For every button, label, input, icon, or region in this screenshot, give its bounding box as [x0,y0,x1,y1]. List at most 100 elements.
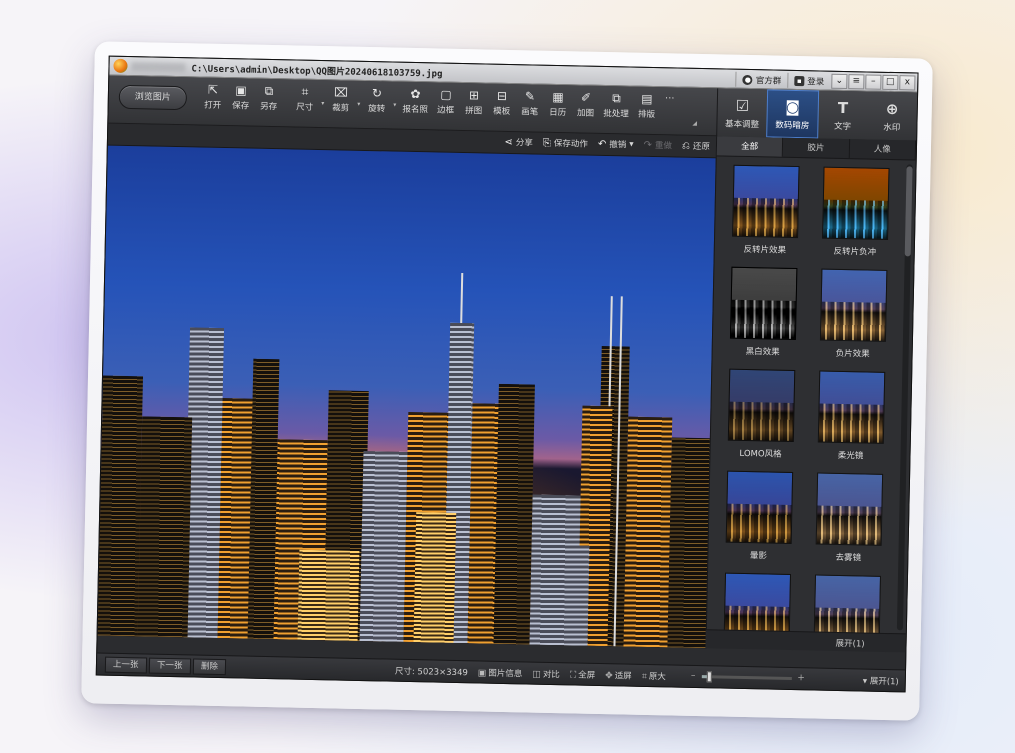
more-tools-icon[interactable]: ··· [665,93,675,104]
calendar-icon: ▦ [552,89,564,105]
redo-icon: ↷ [643,139,653,151]
open-icon: ⇱ [207,82,219,97]
effect-item[interactable]: LOMO风格 [722,368,800,473]
effect-item[interactable] [808,574,886,635]
adjust-icon: ☑ [735,96,750,115]
save-action-button[interactable]: ⎘ 保存动作 [542,137,588,149]
tool-save-as[interactable]: ⧉ 另存 [255,83,284,113]
panel-expand-button[interactable]: 展开(1) [835,637,864,650]
tool-batch[interactable]: ⧉ 批处理 [600,90,634,120]
zoom-in-icon[interactable]: + [797,673,805,683]
dropdown-caret-icon[interactable]: ▾ [355,101,363,108]
building [413,512,457,643]
scrollbar-thumb[interactable] [904,166,913,257]
tab-darkroom[interactable]: ◙ 数码暗房 [766,89,819,139]
tool-add-image[interactable]: ✐ 加图 [572,89,601,119]
status-info-button[interactable]: ▣ 图片信息 [478,666,523,679]
effect-tab[interactable]: 全部 [716,136,784,157]
effect-tab[interactable]: 人像 [849,139,917,160]
building [137,416,193,638]
tool-save[interactable]: ▣ 保存 [227,82,256,112]
share-icon: ⋖ [504,136,513,148]
maximize-button[interactable]: □ [882,74,899,91]
image-info-bar: 尺寸: 5023×3349 ▣ 图片信息 ◫ 对比 ⛶ 全屏 ✥ 适屏 ⌗ 原大 [395,665,666,683]
effect-label: 柔光镜 [837,450,864,462]
effect-category-tabs: 全部 胶片 人像 [716,136,917,161]
text-icon: T [837,98,849,117]
restore-button[interactable]: ⎌ 还原 [682,140,710,152]
tool-label: 模板 [493,106,511,118]
effect-item[interactable] [718,572,796,635]
login-link[interactable]: ▪ 登录 [787,72,831,89]
login-label: 登录 [807,76,825,88]
skin-button[interactable]: ⌄ [831,73,848,90]
tool-border[interactable]: ▢ 边框 [432,86,461,116]
effect-item[interactable]: 黑白效果 [724,266,802,371]
share-button[interactable]: ⋖ 分享 [504,136,533,148]
browse-images-button[interactable]: 浏览图片 [118,84,188,111]
effect-item[interactable]: 负片效果 [814,268,892,372]
tool-label: 画笔 [521,107,539,118]
effect-item[interactable]: 柔光镜 [812,370,890,474]
status-expand-button[interactable]: ▾ 展开(1) [863,675,899,688]
undo-button[interactable]: ↶ 撤销 ▾ [598,138,634,151]
zoom-out-icon[interactable]: – [691,671,696,681]
zoom-slider-knob[interactable] [706,670,712,682]
collage-icon: ⊞ [468,88,480,103]
zoom-slider[interactable] [701,670,792,682]
photo-canvas[interactable] [97,145,718,649]
tool-brush[interactable]: ✎ 画笔 [516,88,545,118]
window-frame: C:\Users\admin\Desktop\QQ图片2024061810375… [81,41,933,721]
tool-open[interactable]: ⇱ 打开 [199,81,228,111]
delete-button[interactable]: 删除 [192,658,227,676]
effect-tab[interactable]: 胶片 [783,137,850,159]
tool-collage[interactable]: ⊞ 拼图 [460,87,489,117]
status-original-button[interactable]: ⌗ 原大 [642,670,666,683]
more-caret-icon[interactable]: ◢ [692,120,697,127]
redo-button[interactable]: ↷ 重做 [643,139,672,151]
status-fullscreen-button[interactable]: ⛶ 全屏 [570,668,596,681]
tool-label: 保存 [232,101,250,112]
effect-label: 反转片负冲 [833,246,877,258]
tab-adjust[interactable]: ☑ 基本调整 [717,88,767,137]
tool-calendar[interactable]: ▦ 日历 [544,89,573,119]
effect-item[interactable]: 反转片负冲 [816,166,894,270]
menu-button[interactable]: ≡ [848,74,865,90]
next-image-button[interactable]: 下一张 [148,657,191,675]
close-button[interactable]: x [899,75,916,91]
save-action-icon: ⎘ [542,137,551,149]
official-group-link[interactable]: ● 官方群 [735,71,788,88]
template-icon: ⊟ [496,88,508,103]
info-icon: ▣ [477,668,487,679]
minimize-button[interactable]: – [865,74,882,90]
undo-dropdown-icon[interactable]: ▾ [629,140,633,150]
id-photo-icon: ✿ [410,86,421,102]
tab-watermark[interactable]: ⊕ 水印 [867,91,917,140]
watermark-icon: ⊕ [885,99,899,118]
prev-image-button[interactable]: 上一张 [104,656,147,674]
effect-item[interactable]: 反转片效果 [726,164,804,269]
tab-text[interactable]: T 文字 [818,90,868,139]
status-fit-button[interactable]: ✥ 适屏 [605,669,632,682]
status-item-label: 图片信息 [488,668,523,680]
effect-item[interactable]: 暈影 [720,470,798,575]
building [537,544,590,646]
effect-thumbnail [815,472,884,546]
tool-template[interactable]: ⊟ 模板 [488,88,517,118]
tool-label: 报名照 [402,104,429,116]
tool-id-photo[interactable]: ✿ 报名照 [399,86,433,116]
effect-item[interactable]: 去雾镜 [810,472,888,576]
tool-layout[interactable]: ▤ 排版 [633,91,662,121]
building [623,416,673,648]
tool-label: 裁剪 [332,103,350,114]
dropdown-caret-icon[interactable]: ▾ [319,100,327,107]
status-compare-button[interactable]: ◫ 对比 [532,668,560,681]
title-blurred-text [131,62,186,73]
tool-crop[interactable]: ⌧ 裁剪 [327,84,356,114]
tool-resize[interactable]: ⌗ 尺寸 [291,83,320,113]
undo-icon: ↶ [597,138,607,150]
tool-rotate[interactable]: ↻ 旋转 [363,85,392,115]
app-window: C:\Users\admin\Desktop\QQ图片2024061810375… [95,55,919,693]
dropdown-caret-icon[interactable]: ▾ [391,102,399,109]
building [297,549,360,641]
